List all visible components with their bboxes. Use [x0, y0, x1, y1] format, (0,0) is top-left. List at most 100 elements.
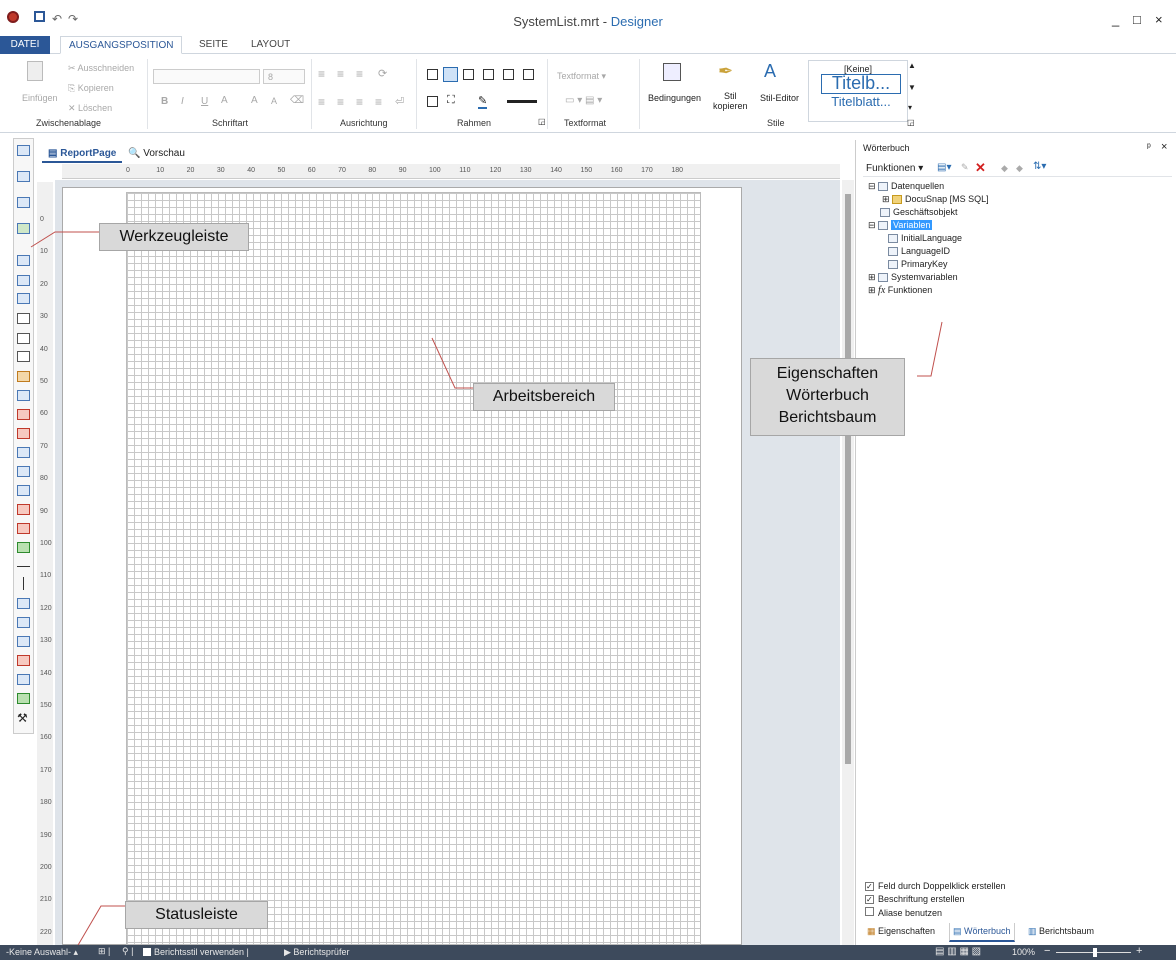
fill-color-icon[interactable]: ⛶: [447, 94, 455, 107]
page-tool-icon[interactable]: [17, 145, 30, 156]
option-dblclick[interactable]: ✓ Feld durch Doppelklick erstellen: [865, 881, 1006, 891]
subreport-tool-icon[interactable]: [17, 293, 30, 304]
label-tool-icon[interactable]: [17, 674, 30, 685]
font-color-button[interactable]: A: [221, 95, 228, 106]
tab-reportpage[interactable]: ▤ ReportPage: [42, 143, 123, 163]
map-tool-icon[interactable]: [17, 693, 30, 704]
gallery-scroll-down-icon[interactable]: ▼: [908, 83, 916, 92]
paste-button[interactable]: Einfügen: [22, 93, 58, 103]
panel-tool-icon[interactable]: [17, 313, 30, 324]
copy-style-button[interactable]: Stil kopieren: [713, 91, 748, 111]
close-button[interactable]: ×: [1155, 12, 1163, 27]
style-titlepage[interactable]: Titelblatt...: [821, 97, 901, 110]
font-name-dropdown[interactable]: [153, 69, 260, 84]
underline-button[interactable]: U: [201, 96, 208, 107]
style-title[interactable]: Titelb...: [821, 74, 901, 94]
zoom-in-icon[interactable]: +: [1136, 945, 1142, 957]
zipcode-tool-icon[interactable]: [17, 655, 30, 666]
tree-item-primarykey[interactable]: PrimaryKey: [888, 259, 948, 270]
align-right-icon[interactable]: ≡: [356, 67, 363, 81]
rotate-icon[interactable]: ⟳: [378, 67, 387, 80]
justify-icon[interactable]: ≡: [375, 95, 382, 109]
text-tool-icon[interactable]: [17, 504, 30, 515]
tree-item-functions[interactable]: ⊞ fx Funktionen: [868, 285, 932, 296]
tab-preview[interactable]: 🔍 Vorschau: [122, 143, 191, 163]
rectangle-tool-icon[interactable]: [17, 333, 30, 344]
conditions-button[interactable]: Bedingungen: [648, 93, 701, 103]
delete-button[interactable]: ✕ Löschen: [68, 103, 112, 114]
checkbox-tool-icon[interactable]: [17, 542, 30, 553]
tree-item-variables[interactable]: ⊟ Variablen: [868, 220, 933, 231]
view-mode-icons[interactable]: ▤ ▥ ▦ ▧: [935, 946, 981, 957]
chart-tool-icon[interactable]: [17, 371, 30, 382]
gallery-scroll-up-icon[interactable]: ▲: [908, 61, 916, 70]
checkbox[interactable]: [865, 907, 874, 916]
border-all-icon[interactable]: [427, 69, 438, 80]
barcode-tool-icon[interactable]: [17, 617, 30, 628]
wordwrap-icon[interactable]: ⏎: [395, 95, 404, 108]
shadow-icon[interactable]: [427, 96, 438, 107]
list-tool-icon[interactable]: [17, 636, 30, 647]
minimize-button[interactable]: _: [1112, 12, 1119, 27]
scrollbar-thumb[interactable]: [845, 194, 851, 764]
border-left-icon[interactable]: [483, 69, 494, 80]
border-style-icon[interactable]: [507, 100, 537, 103]
new-item-icon[interactable]: ▤▾: [937, 162, 951, 173]
delete-icon[interactable]: ✕: [975, 160, 986, 176]
italic-button[interactable]: I: [181, 96, 184, 107]
checkbox[interactable]: ✓: [865, 882, 874, 891]
footer-band-icon[interactable]: [17, 466, 30, 477]
selection-dropdown[interactable]: -Keine Auswahl- ▴: [6, 947, 78, 958]
zoom-out-icon[interactable]: −: [1044, 945, 1050, 957]
tab-dictionary[interactable]: ▤ Wörterbuch: [949, 923, 1015, 942]
border-color-icon[interactable]: ✎: [478, 94, 488, 109]
border-top-icon[interactable]: [463, 69, 474, 80]
style-editor-button[interactable]: Stil-Editor: [760, 93, 799, 103]
style-gallery[interactable]: [Keine] Titelb... Titelblatt...: [808, 60, 908, 122]
zoom-slider-thumb[interactable]: [1093, 948, 1097, 957]
tree-item-datasources[interactable]: ⊟ Datenquellen: [868, 181, 944, 192]
group-band-icon[interactable]: [17, 485, 30, 496]
checkbox[interactable]: ✓: [865, 895, 874, 904]
design-grid[interactable]: [126, 192, 701, 945]
table-tool-icon[interactable]: [17, 255, 30, 266]
styles-dialog-launcher-icon[interactable]: ◲: [907, 118, 915, 127]
style-none[interactable]: [Keine]: [809, 64, 907, 74]
functions-menu[interactable]: Funktionen ▾: [866, 163, 923, 174]
clear-format-icon[interactable]: ⌫: [290, 95, 304, 106]
border-bottom-icon[interactable]: [503, 69, 514, 80]
option-aliases[interactable]: Aliase benutzen: [865, 907, 942, 918]
align-middle-icon[interactable]: ≡: [337, 95, 344, 109]
grid-toggle-icon[interactable]: ⊞ |: [98, 946, 110, 957]
option-caption[interactable]: ✓ Beschriftung erstellen: [865, 894, 965, 904]
borders-dialog-launcher-icon[interactable]: ◲: [538, 117, 546, 126]
grow-font-button[interactable]: A: [251, 95, 258, 106]
checkbox[interactable]: [143, 948, 151, 956]
picture-tool-icon[interactable]: [17, 598, 30, 609]
font-size-dropdown[interactable]: 8: [263, 69, 305, 84]
pin-icon[interactable]: ᵖ: [1147, 142, 1151, 153]
align-top-icon[interactable]: ≡: [318, 95, 325, 109]
panel-close-icon[interactable]: ×: [1161, 141, 1167, 153]
align-left-icon[interactable]: ≡: [318, 67, 325, 81]
tab-report-tree[interactable]: ▥ Berichtsbaum: [1028, 926, 1094, 937]
shrink-font-button[interactable]: A: [271, 96, 277, 106]
vline-tool-icon[interactable]: [23, 577, 24, 590]
roundrect-tool-icon[interactable]: [17, 351, 30, 362]
move-down-icon[interactable]: ◆: [1016, 163, 1023, 174]
crossband-tool-icon[interactable]: [17, 197, 30, 208]
search-icon[interactable]: ⚲ |: [122, 946, 133, 957]
sort-icon[interactable]: ⇅▾: [1033, 161, 1046, 172]
align-bottom-icon[interactable]: ≡: [356, 95, 363, 109]
tab-seite[interactable]: SEITE: [191, 36, 236, 54]
tab-datei[interactable]: DATEI: [0, 36, 50, 54]
tree-item-business-object[interactable]: Geschäftsobjekt: [880, 207, 958, 218]
page-header-icon[interactable]: [17, 428, 30, 439]
data-band-icon[interactable]: [17, 447, 30, 458]
copy-button[interactable]: ⎘ Kopieren: [68, 83, 114, 94]
border-none-icon[interactable]: [443, 67, 458, 82]
report-style-toggle[interactable]: Berichtsstil verwenden |: [143, 947, 249, 957]
tree-item-docusnap[interactable]: ⊞ DocuSnap [MS SQL]: [882, 194, 989, 205]
tab-layout[interactable]: LAYOUT: [243, 36, 298, 54]
cut-button[interactable]: ✂ Ausschneiden: [68, 63, 134, 74]
